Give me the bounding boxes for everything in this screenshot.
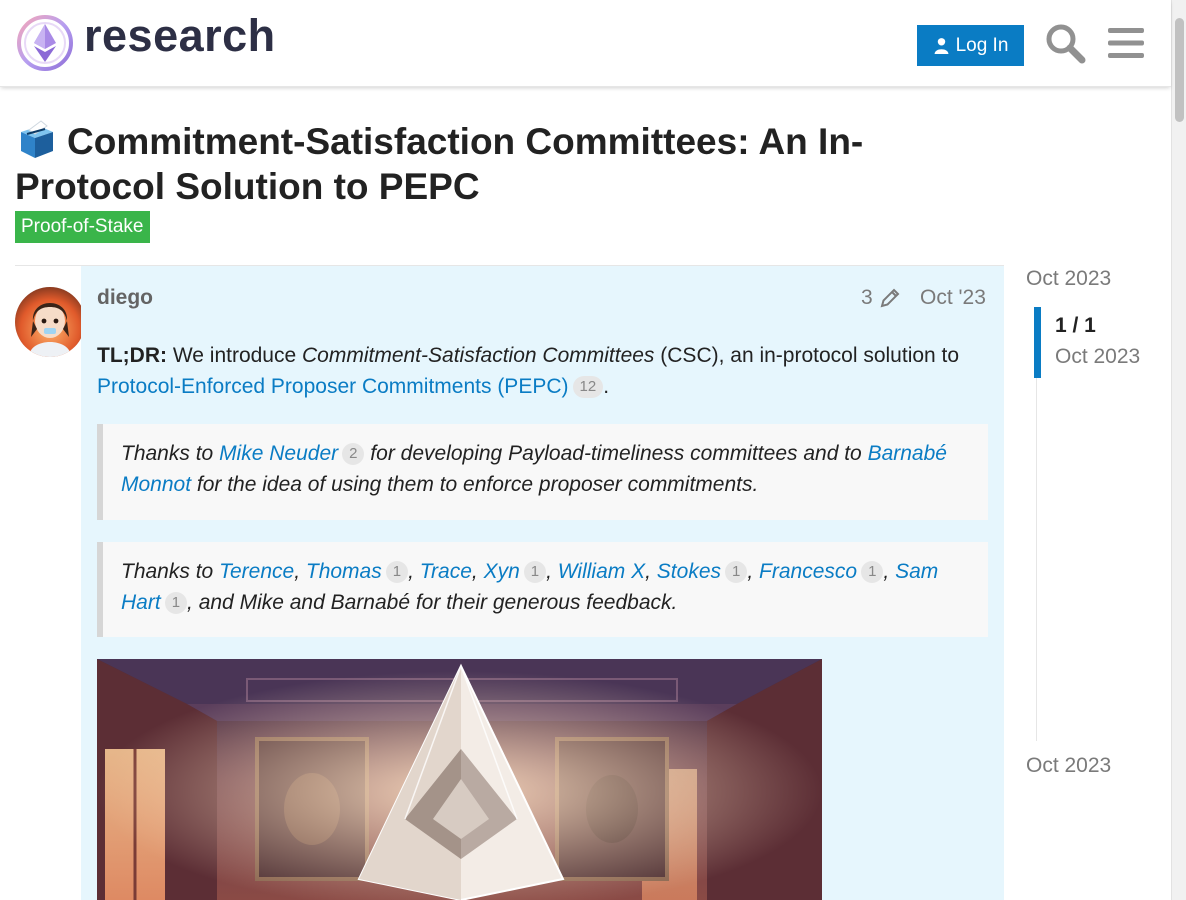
post-username[interactable]: diego — [97, 286, 153, 310]
link-click-count: 1 — [164, 592, 188, 614]
timeline-start-date[interactable]: Oct 2023 — [1026, 267, 1111, 291]
comma: , — [471, 560, 478, 583]
intro-text: We introduce — [166, 344, 302, 367]
acknowledgement-quote-1: Thanks to Mike Neuder 2 for developing Pa… — [97, 424, 988, 520]
edit-history-button[interactable]: 3 — [861, 286, 901, 310]
login-button[interactable]: Log In — [917, 25, 1024, 66]
william-x-link[interactable]: William X — [558, 560, 645, 583]
trace-link[interactable]: Trace — [420, 560, 472, 583]
topic-title-text: Commitment-Satisfaction Committees: An I… — [15, 121, 864, 207]
ballot-box-icon — [21, 120, 53, 158]
link-click-count: 1 — [861, 561, 884, 583]
link-click-count: 1 — [725, 561, 748, 583]
site-header: research Log In — [0, 0, 1171, 87]
tldr-paragraph: TL;DR: We introduce Commitment-Satisfact… — [97, 340, 977, 402]
user-icon — [934, 38, 948, 54]
quote-text: for developing Payload-timeliness commit… — [364, 442, 868, 465]
intro-end: . — [603, 375, 610, 398]
terence-link[interactable]: Terence — [219, 560, 294, 583]
comma: , — [747, 560, 754, 583]
timeline-post-position: 1 / 1 — [1055, 314, 1096, 337]
research-logo-icon[interactable] — [16, 14, 74, 72]
site-name[interactable]: research — [84, 10, 276, 62]
comma: , — [645, 560, 651, 583]
link-click-count: 12 — [572, 376, 604, 398]
link-click-count: 2 — [342, 443, 365, 465]
category-badge[interactable]: Proof-of-Stake — [15, 211, 150, 243]
csc-term: Commitment-Satisfaction Committees — [302, 344, 655, 367]
comma: , — [546, 560, 552, 583]
link-click-count: 1 — [523, 561, 547, 583]
quote-text: Thanks to — [121, 442, 220, 465]
comma: , — [408, 560, 414, 583]
tldr-label: TL;DR: — [97, 344, 167, 367]
post-hero-image[interactable] — [97, 659, 822, 900]
login-label: Log In — [955, 34, 1009, 56]
mike-neuder-link[interactable]: Mike Neuder — [219, 442, 338, 465]
page-scrollbar[interactable] — [1171, 0, 1186, 900]
pepc-link[interactable]: Protocol-Enforced Proposer Commitments (… — [97, 375, 569, 398]
xyn-link[interactable]: Xyn — [484, 560, 520, 583]
hamburger-menu-icon[interactable] — [1107, 24, 1145, 62]
intro-text-2: (CSC), an in-protocol solution to — [654, 344, 960, 367]
topic-title[interactable]: Commitment-Satisfaction Committees: An I… — [15, 118, 945, 209]
search-icon[interactable] — [1044, 22, 1086, 64]
comma: , — [294, 560, 301, 583]
edit-count: 3 — [861, 286, 873, 309]
stokes-link[interactable]: Stokes — [657, 560, 721, 583]
quote-text: for the idea of using them to enforce pr… — [191, 473, 759, 496]
francesco-link[interactable]: Francesco — [759, 560, 857, 583]
thomas-link[interactable]: Thomas — [306, 560, 382, 583]
quote-text: Thanks to — [121, 560, 220, 583]
pencil-icon — [880, 288, 900, 308]
acknowledgement-quote-2: Thanks to Terence, Thomas 1, Trace, Xyn 1,… — [97, 542, 988, 637]
post-date[interactable]: Oct '23 — [920, 286, 986, 310]
timeline-current-date: Oct 2023 — [1055, 345, 1141, 368]
scrollbar-thumb[interactable] — [1175, 18, 1184, 122]
timeline-end-date[interactable]: Oct 2023 — [1026, 754, 1111, 778]
link-click-count: 1 — [385, 561, 409, 583]
post-body: diego 3 Oct '23 TL;DR: We introduce Comm… — [81, 266, 1004, 900]
comma: , — [883, 560, 890, 583]
avatar[interactable] — [15, 287, 85, 357]
timeline-scroll-handle[interactable] — [1034, 307, 1041, 378]
quote-text: , and Mike and Barnabé for their generou… — [187, 591, 678, 614]
